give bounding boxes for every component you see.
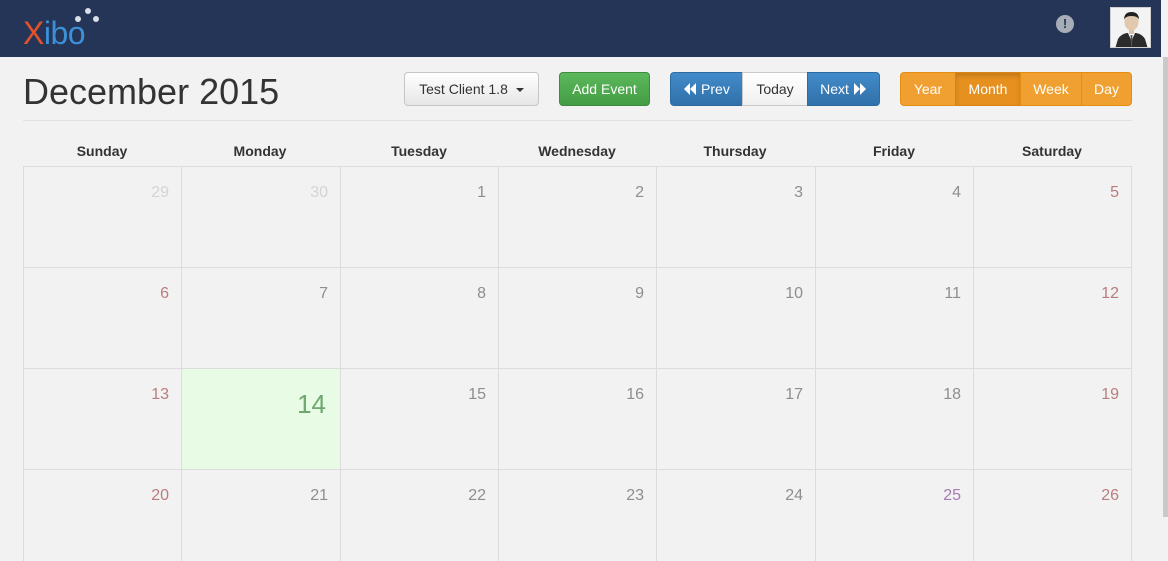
day-number: 4 [952,184,961,201]
day-number: 16 [626,386,644,403]
month-calendar-grid: 29 30 1 2 3 4 5 6 7 8 9 10 11 12 13 14 1… [23,166,1132,561]
weekday-friday: Friday [872,143,915,159]
day-cell[interactable]: 6 [24,268,182,369]
day-number: 7 [319,285,328,302]
day-number: 26 [1101,487,1119,504]
day-cell[interactable]: 11 [816,268,974,369]
today-button[interactable]: Today [742,72,808,106]
day-cell[interactable]: 24 [657,470,816,561]
day-number: 2 [635,184,644,201]
day-cell[interactable]: 9 [499,268,657,369]
caret-down-icon [515,88,524,93]
day-cell[interactable]: 25 [816,470,974,561]
weekday-tuesday: Tuesday [391,143,447,159]
weekday-thursday: Thursday [703,143,767,159]
day-number: 12 [1101,285,1119,302]
day-cell[interactable]: 19 [974,369,1132,470]
day-number: 15 [468,386,486,403]
day-number: 6 [160,285,169,302]
day-cell[interactable]: 5 [974,167,1132,268]
weekday-sunday: Sunday [76,143,128,159]
day-cell[interactable]: 21 [182,470,341,561]
page-title: December 2015 [23,71,280,112]
day-number: 25 [943,487,961,504]
day-cell[interactable]: 3 [657,167,816,268]
day-number: 14 [297,389,326,419]
day-cell[interactable]: 2 [499,167,657,268]
day-number: 23 [626,487,644,504]
day-cell[interactable]: 1 [341,167,499,268]
day-number: 21 [310,487,328,504]
day-cell[interactable]: 16 [499,369,657,470]
weekday-wednesday: Wednesday [538,143,616,159]
day-number: 17 [785,386,803,403]
display-select[interactable]: Test Client 1.8 [404,72,539,106]
day-number: 5 [1110,184,1119,201]
exclamation-circle-icon[interactable]: ! [1056,15,1074,33]
view-day-button[interactable]: Day [1081,72,1132,106]
day-cell[interactable]: 23 [499,470,657,561]
day-number: 19 [1101,386,1119,403]
day-number: 24 [785,487,803,504]
day-number: 9 [635,285,644,302]
prev-button[interactable]: Prev [670,72,743,106]
day-number: 29 [151,184,169,201]
day-number: 13 [151,386,169,403]
double-chevron-right-icon [853,81,867,97]
day-cell[interactable]: 26 [974,470,1132,561]
day-cell[interactable]: 10 [657,268,816,369]
day-cell[interactable]: 8 [341,268,499,369]
weekday-monday: Monday [233,143,287,159]
day-number: 1 [477,184,486,201]
day-number: 30 [310,184,328,201]
add-event-button[interactable]: Add Event [559,72,650,106]
day-number: 18 [943,386,961,403]
day-cell[interactable]: 18 [816,369,974,470]
day-cell[interactable]: 7 [182,268,341,369]
view-year-button[interactable]: Year [900,72,956,106]
top-navbar: Xibo ! [0,0,1168,57]
double-chevron-left-icon [683,81,701,97]
weekday-saturday: Saturday [1022,143,1082,159]
view-week-button[interactable]: Week [1020,72,1082,106]
day-number: 22 [468,487,486,504]
scrollbar-thumb[interactable] [1163,57,1168,517]
day-number: 20 [151,487,169,504]
day-number: 11 [944,285,961,302]
day-cell[interactable]: 30 [182,167,341,268]
day-number: 10 [785,285,803,302]
day-number: 3 [794,184,803,201]
day-cell[interactable]: 20 [24,470,182,561]
user-avatar-icon [1111,8,1150,47]
day-cell[interactable]: 12 [974,268,1132,369]
view-month-button[interactable]: Month [955,72,1021,106]
day-cell[interactable]: 22 [341,470,499,561]
next-button[interactable]: Next [807,72,880,106]
day-cell[interactable]: 4 [816,167,974,268]
avatar[interactable] [1110,7,1151,48]
logo-dots [75,8,105,22]
today-cell[interactable]: 14 [182,369,341,470]
day-cell[interactable]: 29 [24,167,182,268]
day-number: 8 [477,285,486,302]
day-cell[interactable]: 13 [24,369,182,470]
header-divider [23,120,1132,121]
day-cell[interactable]: 17 [657,369,816,470]
day-cell[interactable]: 15 [341,369,499,470]
